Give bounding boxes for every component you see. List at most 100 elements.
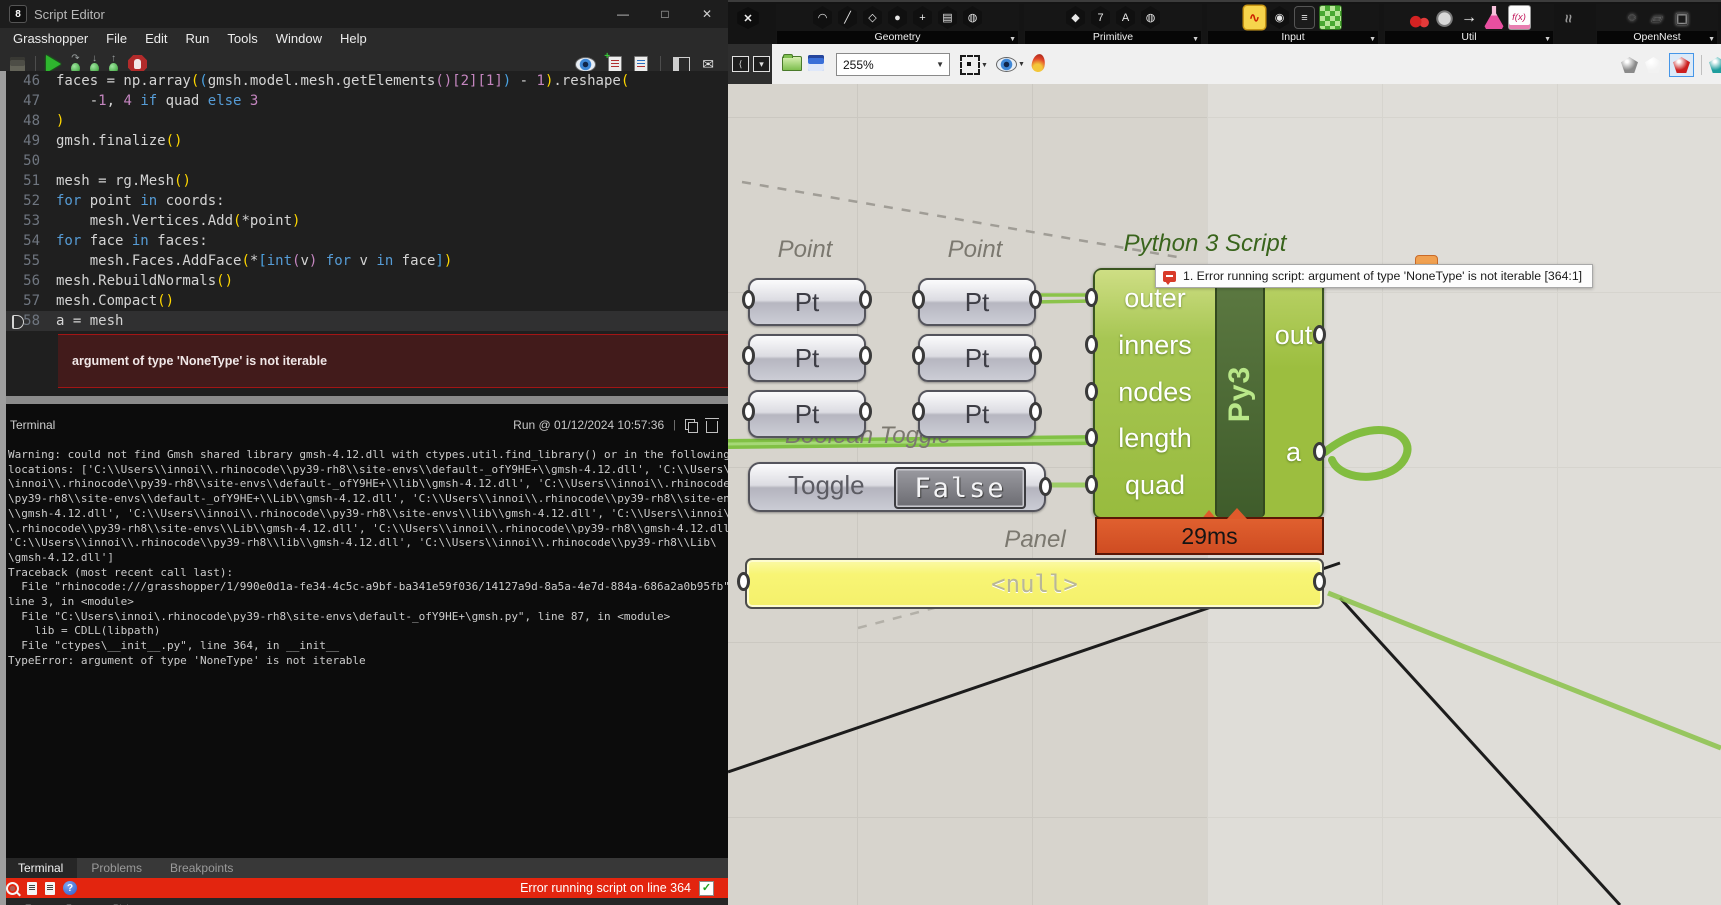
code-line-55[interactable]: 55 mesh.Faces.AddFace(*[int(v) for v in … (6, 251, 728, 271)
text-icon[interactable]: A (1116, 6, 1135, 29)
pt-output-connector[interactable] (859, 402, 872, 421)
sheet-icon[interactable]: ▱ (1647, 6, 1668, 29)
ribbon-group-expand-icon[interactable]: ▼ (1009, 36, 1016, 43)
status-checkbox[interactable]: ✓ (699, 880, 714, 896)
expression-icon[interactable]: f(x) (1508, 6, 1530, 29)
pt-input-connector[interactable] (912, 402, 925, 421)
pt-output-connector[interactable] (1029, 402, 1042, 421)
pt-output-connector[interactable] (859, 346, 872, 365)
point-parameter-component[interactable]: Pt (912, 390, 1042, 438)
display-gem-red[interactable] (1673, 57, 1690, 73)
knob-icon[interactable]: ◉ (1270, 6, 1289, 29)
pt-input-connector[interactable] (912, 346, 925, 365)
toggle-value-switch[interactable]: False (894, 467, 1026, 509)
code-line-49[interactable]: 49 gmsh.finalize() (6, 131, 728, 151)
grasshopper-canvas[interactable]: Point Point Boolean Toggle Python 3 Scri… (728, 84, 1721, 905)
flask-icon[interactable] (1484, 6, 1504, 29)
dock-left-icon[interactable]: ⟨ (732, 56, 749, 72)
pt-input-connector[interactable] (742, 346, 755, 365)
minimize-button[interactable]: — (602, 0, 644, 28)
line-icon[interactable]: ╱ (838, 6, 857, 29)
pt-output-connector[interactable] (859, 290, 872, 309)
point-parameter-component[interactable]: Pt (912, 334, 1042, 382)
code-line-53[interactable]: 53 mesh.Vertices.Add(*point) (6, 211, 728, 231)
new-script-icon[interactable] (604, 51, 623, 73)
code-line-46[interactable]: 46 faces = np.array((gmsh.model.mesh.getE… (6, 71, 728, 91)
maximize-button[interactable]: □ (644, 0, 686, 28)
display-gem-gray[interactable] (1621, 57, 1638, 73)
copy-output-icon[interactable] (685, 419, 698, 433)
point-parameter-component[interactable]: Pt (742, 334, 872, 382)
display-gem-teal[interactable] (1709, 57, 1721, 73)
rectangle-icon[interactable]: ◇ (863, 6, 882, 29)
display-gem-white[interactable] (1645, 57, 1662, 73)
value-list-icon[interactable]: ≡ (1294, 6, 1315, 29)
code-editor[interactable]: 46 faces = np.array((gmsh.model.mesh.getE… (6, 71, 728, 334)
part-icon[interactable]: ▣ (1672, 6, 1693, 29)
code-line-47[interactable]: 47 -1, 4 if quad else 3 (6, 91, 728, 111)
help-icon[interactable]: ? (63, 881, 77, 895)
code-line-51[interactable]: 51 mesh = rg.Mesh() (6, 171, 728, 191)
clear-output-icon[interactable] (705, 417, 719, 433)
code-line-52[interactable]: 52 for point in coords: (6, 191, 728, 211)
tab-problems[interactable]: Problems (77, 858, 156, 878)
code-line-57[interactable]: 57 mesh.Compact() (6, 291, 728, 311)
tab-terminal[interactable]: Terminal (4, 858, 78, 878)
relay-icon[interactable] (1433, 6, 1455, 29)
domain-icon[interactable]: ◆ (1066, 6, 1085, 29)
zoom-level-combobox[interactable]: 255% ▼ (836, 53, 950, 76)
debug-watch-icon[interactable] (575, 56, 597, 72)
point-parameter-component[interactable]: Pt (742, 278, 872, 326)
tab-breakpoints[interactable]: Breakpoints (156, 858, 247, 878)
panel-output-connector[interactable] (1313, 572, 1326, 591)
code-line-58[interactable]: 58 a = mesh (6, 311, 728, 331)
window-resize-edge[interactable] (0, 71, 6, 905)
point-parameter-component[interactable]: Pt (912, 278, 1042, 326)
paint-wire-icon[interactable] (1030, 53, 1047, 73)
cherry-picker-icon[interactable] (1408, 6, 1430, 29)
menu-item-tools[interactable]: Tools (218, 28, 266, 50)
menu-item-help[interactable]: Help (331, 28, 376, 50)
boolean-toggle-component[interactable]: Toggle False (748, 462, 1052, 512)
ribbon-group-expand-icon[interactable]: ▼ (1192, 36, 1199, 43)
pt-output-connector[interactable] (1029, 346, 1042, 365)
panel-input-connector[interactable] (737, 572, 750, 591)
pt-input-connector[interactable] (742, 290, 755, 309)
panel-divider[interactable] (0, 396, 728, 404)
log-file-icon[interactable] (27, 881, 37, 895)
pt-input-connector[interactable] (912, 290, 925, 309)
box-icon[interactable]: ▤ (938, 6, 957, 29)
zoom-extents-icon[interactable]: ▼ (960, 55, 988, 75)
ribbon-group-expand-icon[interactable]: ▼ (1369, 36, 1376, 43)
menu-item-file[interactable]: File (97, 28, 136, 50)
pt-output-connector[interactable] (1029, 290, 1042, 309)
ribbon-group-expand-icon[interactable]: ▼ (1544, 36, 1551, 43)
mesh-icon[interactable]: ◍ (1141, 6, 1160, 29)
close-button[interactable]: ✕ (686, 0, 728, 28)
dock-down-icon[interactable]: ▾ (753, 56, 770, 72)
menu-item-run[interactable]: Run (177, 28, 219, 50)
pt-input-connector[interactable] (742, 402, 755, 421)
ribbon-group-expand-icon[interactable]: ▼ (1708, 36, 1715, 43)
menu-item-grasshopper[interactable]: Grasshopper (4, 28, 97, 50)
menu-item-edit[interactable]: Edit (136, 28, 176, 50)
toggle-output-connector[interactable] (1039, 477, 1052, 496)
open-file-icon[interactable] (782, 54, 802, 71)
panel-component[interactable]: <null> (745, 558, 1324, 609)
nest-icon[interactable]: ○ (1622, 6, 1643, 29)
report-file-icon[interactable] (45, 881, 55, 895)
menu-item-window[interactable]: Window (267, 28, 331, 50)
curve-icon[interactable]: ◠ (813, 6, 832, 29)
preview-eye-icon[interactable]: ▼ (996, 57, 1025, 72)
python-center-section[interactable]: Py3 (1215, 270, 1265, 517)
code-line-50[interactable]: 50 (6, 151, 728, 171)
collapse-panel-icon[interactable] (673, 56, 691, 72)
python3-script-component[interactable]: outer inners nodes length quad Py3 out a (1093, 268, 1324, 521)
graph-mapper-icon[interactable]: ∿ (1244, 6, 1265, 29)
sphere-icon[interactable]: ● (888, 6, 907, 29)
params-x-icon[interactable]: ✕ (737, 7, 759, 29)
vector-icon[interactable]: + (913, 6, 932, 29)
colour-swatch-icon[interactable] (1319, 5, 1342, 30)
point-parameter-component[interactable]: Pt (742, 390, 872, 438)
code-line-48[interactable]: 48) (6, 111, 728, 131)
